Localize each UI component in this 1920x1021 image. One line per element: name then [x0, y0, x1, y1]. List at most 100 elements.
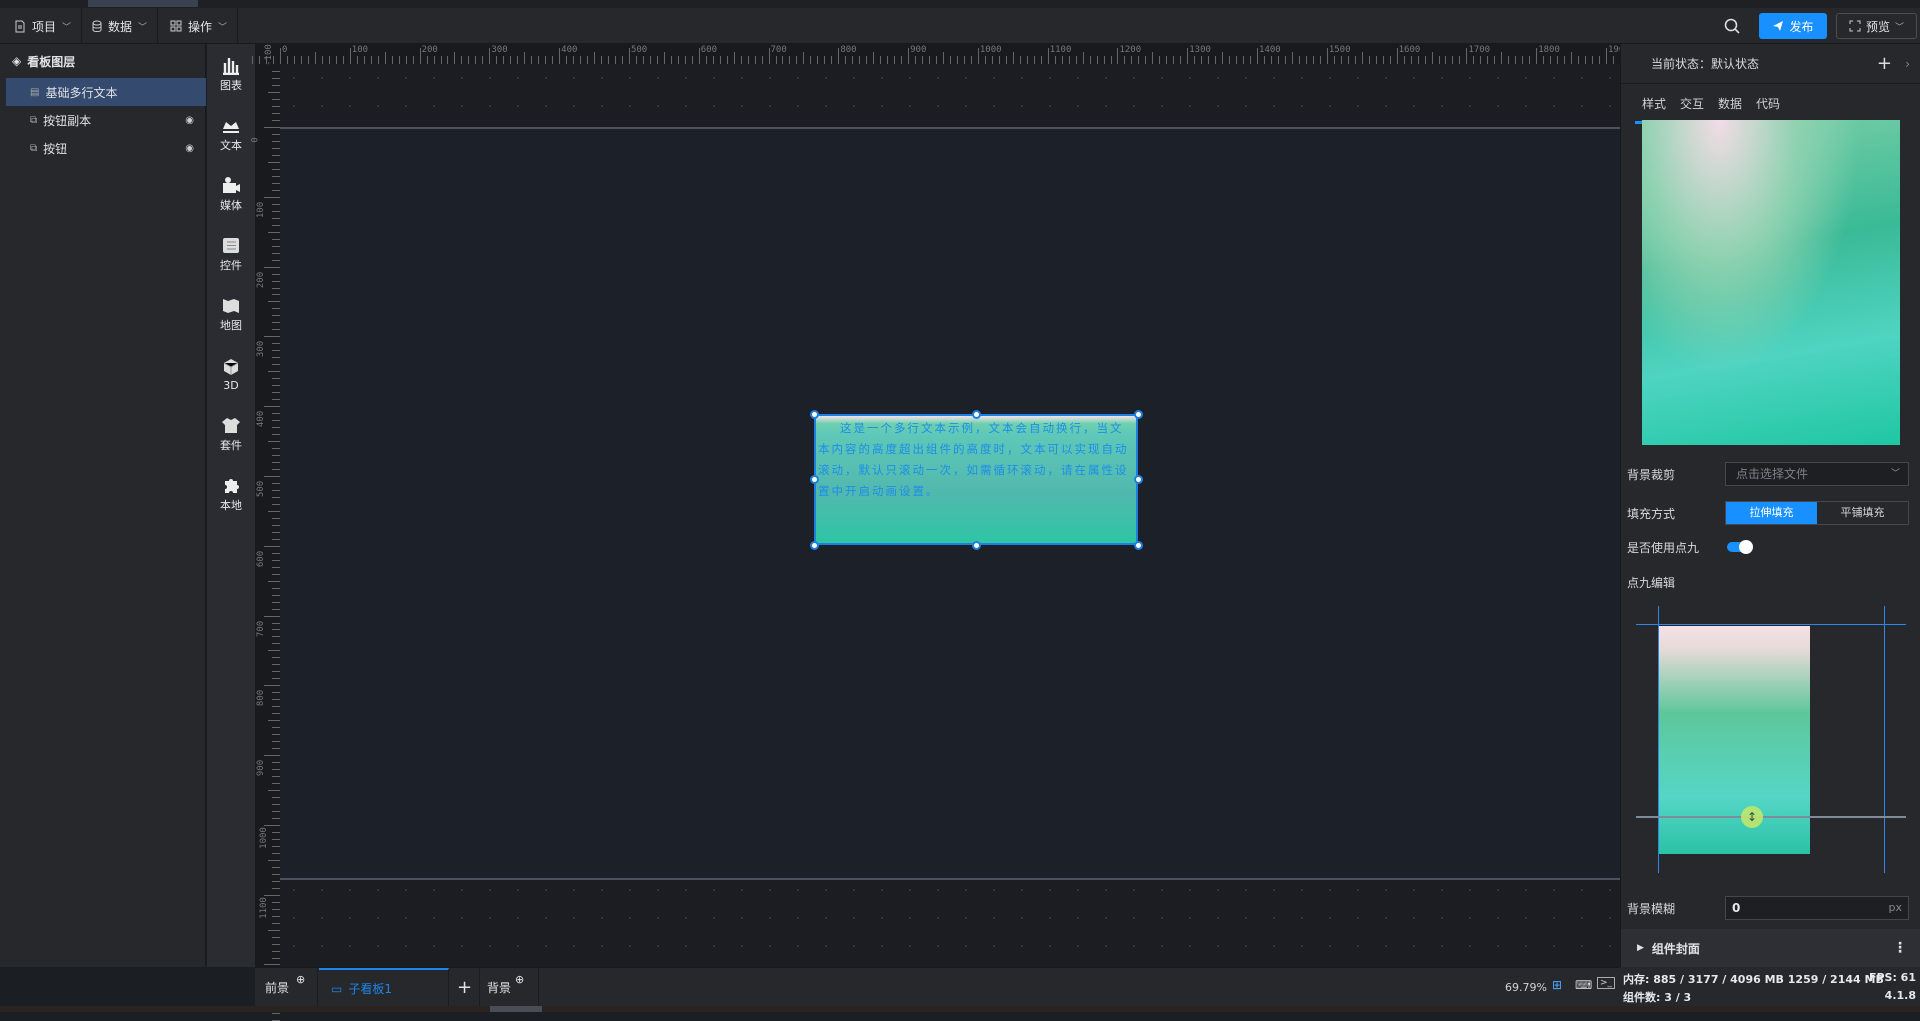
- zoom-level[interactable]: 69.79%: [1505, 981, 1547, 994]
- version: 4.1.8: [1884, 989, 1916, 1002]
- component-cover-section[interactable]: ▶ 组件封面 ⋮: [1621, 929, 1920, 967]
- chevron-down-icon: ﹀: [62, 22, 72, 33]
- fill-tile-option[interactable]: 平铺填充: [1817, 502, 1908, 524]
- resize-handle[interactable]: [810, 410, 819, 419]
- bg-crop-select[interactable]: 点击选择文件 ﹀: [1725, 462, 1909, 486]
- shirt-icon: [222, 418, 240, 433]
- tab-foreground[interactable]: 前景 ⊕: [255, 968, 318, 1007]
- tool-label: 控件: [220, 259, 242, 272]
- bg-blur-input[interactable]: 0 px: [1725, 896, 1909, 920]
- resize-handle[interactable]: [972, 410, 981, 419]
- nine-patch-editor[interactable]: ↕: [1636, 606, 1906, 873]
- sub-board-label: 子看板1: [348, 982, 392, 996]
- publish-button[interactable]: 发布: [1759, 13, 1827, 39]
- nine-patch-toggle[interactable]: [1727, 540, 1753, 554]
- board-tabs-bar: 前景 ⊕ ▭ 子看板1 + 背景 ⊕ 69.79% ⊞ ⌨ >_: [255, 967, 1620, 1007]
- resize-handle[interactable]: [810, 541, 819, 550]
- terminal-icon[interactable]: >_: [1597, 977, 1616, 989]
- tool-shirt[interactable]: 套件: [207, 404, 255, 464]
- ruler-label: 400: [561, 45, 578, 55]
- add-state-icon[interactable]: +: [1877, 53, 1892, 74]
- menu-data[interactable]: 数据 ﹀: [82, 8, 159, 44]
- puzzle-icon: [225, 479, 239, 493]
- horizontal-ruler[interactable]: 0 100 200 300 400 500 600 700 800 900 1000 1100 1200…: [252, 44, 1630, 64]
- tab-sub-board[interactable]: ▭ 子看板1: [319, 968, 449, 1007]
- fullscreen-icon: [1849, 20, 1861, 32]
- file-icon: [15, 20, 25, 32]
- resize-vertical-cursor-icon[interactable]: ↕: [1741, 806, 1763, 828]
- tool-list[interactable]: 控件: [207, 224, 255, 284]
- bar-chart-icon: [223, 58, 239, 75]
- multiline-text-widget[interactable]: 这是一个多行文本示例，文本会自动换行，当文本内容的高度超出组件的高度时，文本可以…: [814, 414, 1138, 545]
- add-board-icon[interactable]: +: [450, 968, 480, 1007]
- layer-item[interactable]: ⧉ 按钮 ◉: [6, 134, 206, 162]
- guide-bottom[interactable]: [1636, 816, 1906, 818]
- fps: FPS: 61: [1868, 971, 1916, 984]
- chevron-right-icon[interactable]: ›: [1905, 57, 1910, 71]
- guide-top[interactable]: [1636, 624, 1906, 625]
- ruler-label: 1500: [1328, 45, 1351, 55]
- keyboard-icon[interactable]: ⌨: [1575, 978, 1592, 992]
- menu-label: 项目: [32, 19, 57, 34]
- layer-label: 按钮副本: [43, 113, 92, 128]
- eye-hidden-icon[interactable]: ◉: [185, 115, 194, 126]
- tab-interaction[interactable]: 交互: [1673, 84, 1711, 124]
- current-state[interactable]: 当前状态：默认状态: [1651, 55, 1759, 72]
- more-icon[interactable]: ⋮: [1893, 940, 1907, 956]
- grid-icon: [170, 20, 182, 32]
- tool-video[interactable]: 媒体: [207, 164, 255, 224]
- background-image-preview[interactable]: [1642, 120, 1900, 445]
- list-icon: [223, 238, 239, 253]
- ruler-label: 800: [256, 690, 267, 707]
- resize-handle[interactable]: [972, 541, 981, 550]
- add-circle-icon[interactable]: ⊕: [296, 973, 305, 986]
- vertical-ruler[interactable]: 0 100 200 300 400 500 600 700 800 900 1000 1100: [251, 64, 280, 1021]
- ruler-label: 1300: [1189, 45, 1211, 55]
- background-label: 背景: [487, 981, 512, 995]
- ruler-label: 700: [770, 45, 787, 55]
- ruler-label: 1400: [1259, 45, 1281, 55]
- bg-blur-label: 背景模糊: [1627, 902, 1676, 916]
- tool-map[interactable]: 地图: [207, 284, 255, 344]
- state-row: 当前状态：默认状态 + ›: [1621, 44, 1920, 84]
- cover-label: 组件封面: [1651, 941, 1700, 956]
- layers-title: ◈ 看板图层: [0, 44, 205, 78]
- resize-handle[interactable]: [1134, 475, 1143, 484]
- resize-handle[interactable]: [1134, 410, 1143, 419]
- layer-label: 基础多行文本: [45, 85, 118, 100]
- resize-handle[interactable]: [810, 475, 819, 484]
- fill-stretch-option[interactable]: 拉伸填充: [1726, 502, 1817, 524]
- layer-item[interactable]: ⧉ 按钮副本 ◉: [6, 106, 206, 134]
- guide-right[interactable]: [1884, 606, 1885, 873]
- database-icon: [92, 20, 102, 32]
- chevron-down-icon: ﹀: [138, 22, 148, 33]
- menu-operate[interactable]: 操作 ﹀: [160, 8, 239, 44]
- tab-style[interactable]: 样式: [1635, 84, 1674, 124]
- search-icon[interactable]: [1724, 18, 1741, 35]
- status-bar: 内存: 885 / 3177 / 4096 MB 1259 / 2144 MB …: [1620, 967, 1920, 1006]
- fit-screen-icon[interactable]: ⊞: [1552, 978, 1562, 992]
- window-tab[interactable]: [88, 0, 198, 7]
- preview-button[interactable]: 预览 ﹀: [1836, 13, 1917, 39]
- bg-blur-unit: px: [1888, 901, 1903, 914]
- tool-crown-text[interactable]: 文本: [207, 104, 255, 164]
- tool-cube[interactable]: 3D: [207, 344, 255, 404]
- ruler-label: 1100: [1049, 45, 1072, 55]
- resize-handle[interactable]: [1134, 541, 1143, 550]
- horizontal-scrollbar[interactable]: [490, 1006, 542, 1012]
- tool-label: 本地: [220, 499, 242, 512]
- nine-patch-image: [1658, 626, 1810, 854]
- bg-crop-placeholder: 点击选择文件: [1736, 467, 1809, 481]
- menu-project[interactable]: 项目 ﹀: [4, 8, 83, 44]
- tab-data[interactable]: 数据: [1711, 84, 1749, 124]
- tab-code[interactable]: 代码: [1749, 84, 1787, 124]
- tool-bar-chart[interactable]: 图表: [207, 44, 255, 104]
- eye-hidden-icon[interactable]: ◉: [185, 143, 194, 154]
- add-circle-icon[interactable]: ⊕: [515, 973, 524, 986]
- layer-item[interactable]: ▤ 基础多行文本: [6, 78, 206, 106]
- tab-background[interactable]: 背景 ⊕: [481, 968, 539, 1007]
- tool-puzzle[interactable]: 本地: [207, 464, 255, 524]
- guide-left[interactable]: [1658, 606, 1659, 873]
- tool-label: 3D: [223, 378, 239, 392]
- nine-patch-edit-label: 点九编辑: [1627, 576, 1676, 590]
